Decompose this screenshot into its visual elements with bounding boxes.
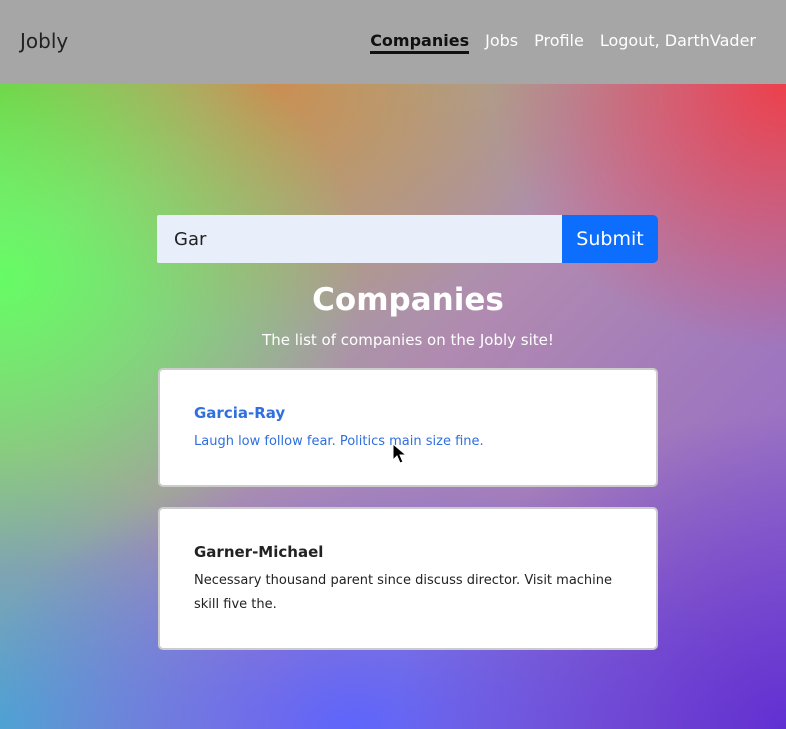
nav-jobs[interactable]: Jobs bbox=[485, 31, 518, 54]
nav-logout[interactable]: Logout, DarthVader bbox=[600, 31, 756, 54]
submit-button[interactable]: Submit bbox=[562, 215, 658, 263]
nav-companies[interactable]: Companies bbox=[370, 31, 470, 54]
nav-links: Companies Jobs Profile Logout, DarthVade… bbox=[370, 31, 756, 54]
company-description: Necessary thousand parent since discuss … bbox=[194, 573, 613, 612]
nav-profile[interactable]: Profile bbox=[534, 31, 584, 54]
page-title: Companies bbox=[312, 282, 504, 318]
page-subtitle: The list of companies on the Jobly site! bbox=[262, 331, 554, 349]
navbar: Jobly Companies Jobs Profile Logout, Dar… bbox=[0, 0, 786, 84]
company-card[interactable]: Garner-Michael Necessary thousand parent… bbox=[158, 507, 658, 650]
search-input[interactable] bbox=[157, 215, 562, 263]
mouse-cursor-icon bbox=[392, 443, 408, 464]
brand-logo[interactable]: Jobly bbox=[20, 29, 68, 53]
company-name: Garner-Michael bbox=[194, 543, 324, 561]
search-form: Submit bbox=[157, 215, 658, 263]
company-name: Garcia-Ray bbox=[194, 404, 286, 422]
company-card[interactable]: Garcia-Ray Laugh low follow fear. Politi… bbox=[158, 368, 658, 487]
